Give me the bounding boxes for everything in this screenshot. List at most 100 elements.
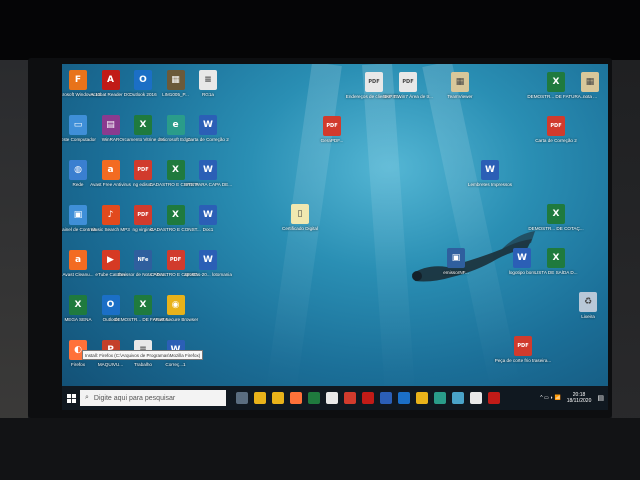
desktop-icon-label: MAQUIVU... — [97, 362, 124, 367]
start-button[interactable] — [62, 386, 80, 410]
taskbar-app-icon[interactable] — [236, 392, 248, 404]
desktop-icon-label: BKP T Win7 Área de tr... — [383, 94, 433, 99]
desktop-icon-label: DEMOSTR... DE COTAÇ... — [528, 226, 584, 231]
desktop-icon[interactable]: ▯ Certificado Digital — [280, 204, 320, 232]
file-icon: PDF — [365, 72, 383, 92]
desktop-icon-label: Lembretes Impressos — [467, 182, 513, 187]
taskbar-app-icon[interactable] — [362, 392, 374, 404]
desktop-icon-label: LISTA DE SAÍDA D... — [534, 270, 578, 275]
file-icon: PDF — [399, 72, 417, 92]
notification-icon[interactable]: ▤ — [597, 394, 604, 402]
taskbar-app-icon[interactable] — [254, 392, 266, 404]
desktop-icon-label: Doc1 — [202, 227, 214, 232]
desktop-icon-label: apostas-20... lotomania — [184, 272, 232, 277]
desktop-icon[interactable]: W Carta de Correção 2 — [187, 115, 229, 143]
file-icon: W — [199, 115, 217, 135]
desktop-icon-label: WinRAR — [101, 137, 120, 142]
taskbar-app-icon[interactable] — [326, 392, 338, 404]
desktop-icon[interactable]: PDF Peça de corte frio traseira... — [495, 336, 551, 364]
desktop-icon[interactable]: X LISTA DE SAÍDA D... — [534, 248, 578, 276]
file-icon: O — [134, 70, 152, 90]
file-icon: PDF — [514, 336, 532, 356]
file-icon: X — [69, 295, 87, 315]
file-icon: a — [101, 160, 120, 180]
desktop-icon-label: MEGA SENA — [64, 317, 92, 322]
firefox-tooltip: Install: Firefox (C:\Arquivos de Program… — [82, 350, 204, 360]
desktop-icon-label: nota ... — [582, 94, 598, 99]
pinned-apps — [230, 392, 500, 404]
desktop-icon-label: Trabalho — [134, 362, 152, 367]
desktop-icon[interactable]: W SITE PARA CAPA DE... — [184, 160, 232, 188]
file-icon: X — [547, 248, 565, 268]
file-icon: X — [547, 72, 565, 92]
desktop-icon-label: Carta de Correção 2 — [187, 137, 229, 142]
taskbar-app-icon[interactable] — [344, 392, 356, 404]
desktop-icon[interactable]: W Lembretes Impressos — [467, 160, 513, 188]
file-icon: ▦ — [451, 72, 469, 92]
system-tray: ^ ▭ ◗ 📶 20:18 18/11/2020 ▤ — [540, 386, 604, 410]
tray-icons[interactable]: ^ ▭ ◗ 📶 — [540, 395, 560, 401]
desktop-icon-label: Peça de corte frio traseira... — [494, 358, 552, 363]
desktop-icon[interactable]: ≡ RG1a — [188, 70, 228, 98]
file-icon: ◉ — [166, 295, 185, 315]
taskbar-app-icon[interactable] — [416, 392, 428, 404]
taskbar-app-icon[interactable] — [452, 392, 464, 404]
file-icon: ▦ — [166, 70, 185, 90]
taskbar-app-icon[interactable] — [398, 392, 410, 404]
desktop-icon[interactable]: PDF GeraPDF... — [312, 116, 352, 144]
taskbar-app-icon[interactable] — [470, 392, 482, 404]
taskbar-app-icon[interactable] — [380, 392, 392, 404]
file-icon: ≡ — [199, 70, 217, 90]
desktop-icon-label: Firefox — [70, 362, 86, 367]
file-icon: A — [101, 70, 120, 90]
file-icon: ◍ — [69, 160, 87, 180]
file-icon: ♪ — [101, 205, 120, 225]
desktop-icon[interactable]: X DEMOSTR... DE COTAÇ... — [528, 204, 584, 232]
file-icon: ▶ — [101, 250, 120, 270]
desktop-icon[interactable]: W Doc1 — [188, 205, 228, 233]
desktop-icon-label: SITE PARA CAPA DE... — [183, 182, 233, 187]
file-icon: ▣ — [447, 248, 465, 268]
desktop-screen: FMicrosoft Windows 10AAcrobat Reader DCO… — [62, 64, 608, 410]
desktop-icon[interactable]: PDF Carta de Correção 2 — [535, 116, 577, 144]
file-icon: W — [513, 248, 531, 268]
room-background-top — [0, 0, 640, 60]
search-placeholder: Digite aqui para pesquisar — [93, 394, 176, 402]
desktop-icon-label: Avast Cleanu... — [62, 272, 94, 277]
desktop-icon[interactable]: ▦ TeamViewer — [440, 72, 480, 100]
desktop-icon-label: Avast Secure Browser — [152, 317, 199, 322]
file-icon: X — [166, 160, 185, 180]
desktop-icon[interactable]: ▦ nota ... — [570, 72, 608, 100]
desktop-icon[interactable]: ◉ Avast Secure Browser — [152, 295, 199, 323]
file-icon: W — [199, 250, 217, 270]
file-icon: X — [547, 204, 565, 224]
taskbar: ⌕ Digite aqui para pesquisar ^ ▭ ◗ 📶 20:… — [62, 386, 608, 410]
file-icon: W — [199, 205, 217, 225]
file-icon: PDF — [166, 250, 185, 270]
desktop-icon[interactable]: ▣ emissorNF... — [436, 248, 476, 276]
file-icon: ▯ — [291, 204, 309, 224]
desktop-icon[interactable]: ♻ Lixeira — [568, 292, 608, 320]
taskbar-app-icon[interactable] — [434, 392, 446, 404]
desktop-icon-label: RG1a — [201, 92, 214, 97]
taskbar-app-icon[interactable] — [290, 392, 302, 404]
desktop-icon[interactable]: PDF BKP T Win7 Área de tr... — [383, 72, 433, 100]
taskbar-app-icon[interactable] — [488, 392, 500, 404]
taskbar-app-icon[interactable] — [308, 392, 320, 404]
file-icon: a — [69, 250, 87, 270]
file-icon: NFe — [134, 250, 152, 270]
file-icon: ♻ — [579, 292, 597, 312]
file-icon: F — [69, 70, 87, 90]
taskbar-search[interactable]: ⌕ Digite aqui para pesquisar — [80, 390, 226, 406]
room-background-left — [0, 60, 28, 480]
file-icon: O — [101, 295, 120, 315]
file-icon: ▣ — [69, 205, 87, 225]
desktop-icon-label: TeamViewer — [447, 94, 473, 99]
desktop-icon-label: logotipo bom — [508, 270, 536, 275]
clock[interactable]: 20:18 18/11/2020 — [567, 392, 592, 404]
desktop-icon-label: Rede — [72, 182, 84, 187]
desktop-icon-label: emissorNF... — [443, 270, 469, 275]
taskbar-app-icon[interactable] — [272, 392, 284, 404]
desktop-icon[interactable]: Wapostas-20... lotomania — [184, 250, 232, 278]
file-icon: W — [199, 160, 217, 180]
